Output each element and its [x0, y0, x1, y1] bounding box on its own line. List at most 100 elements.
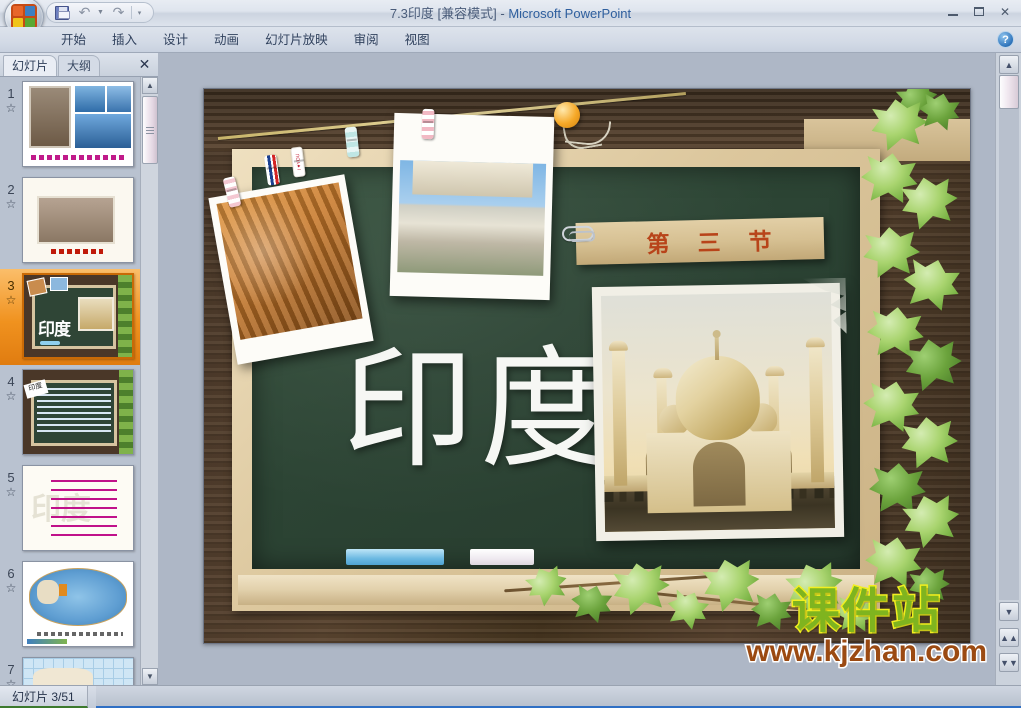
status-bar-filler [96, 686, 1021, 708]
list-item[interactable]: 1 ☆ [0, 77, 140, 173]
thumbnail-number: 1 [7, 86, 15, 101]
thumbnail-meta: 1 ☆ [0, 81, 22, 115]
scroll-up-icon[interactable]: ▲ [999, 55, 1019, 74]
thumbnail-meta: 5 ☆ [0, 465, 22, 499]
list-item[interactable]: 2 ☆ [0, 173, 140, 269]
paperclip-icon [561, 225, 595, 242]
sidebar-scroll-thumb[interactable] [142, 96, 158, 164]
thumbnail-number: 2 [7, 182, 15, 197]
scroll-thumb[interactable] [999, 75, 1019, 109]
clothespin-icon [421, 108, 435, 140]
blue-chalk-icon [346, 549, 444, 565]
status-bar: 幻灯片 3/51 [0, 685, 1021, 708]
thumbnail-image[interactable]: 印度 [22, 369, 134, 455]
thumbnail-meta: 7 ☆ [0, 657, 22, 685]
slide-counter[interactable]: 幻灯片 3/51 [0, 686, 88, 708]
thumbnail-meta: 2 ☆ [0, 177, 22, 211]
scroll-track[interactable] [999, 75, 1019, 600]
thumb-art-1 [23, 82, 133, 166]
tab-slideshow[interactable]: 幻灯片放映 [252, 27, 341, 53]
thumbnail-list[interactable]: 1 ☆ 2 ☆ 3 ☆ 印度 4 ☆ 印度 5 ☆ 6 ☆ 7 ☆ [0, 77, 140, 685]
thumbnail-image[interactable] [22, 177, 134, 263]
restore-button[interactable] [967, 2, 991, 21]
star-icon: ☆ [5, 581, 17, 596]
star-icon: ☆ [5, 485, 17, 500]
slides-sidebar: 幻灯片 大纲 ✕ 1 ☆ 2 ☆ 3 ☆ 印度 4 ☆ 印度 5 ☆ 6 ☆ 7… [0, 53, 158, 685]
list-item[interactable]: 7 ☆ [0, 653, 140, 685]
taj-mahal-photo[interactable] [591, 283, 844, 542]
thumbnail-number: 7 [7, 662, 15, 677]
thumbnail-image[interactable]: 印度 [22, 465, 134, 551]
scroll-down-icon[interactable]: ▼ [999, 602, 1019, 621]
list-item[interactable]: 5 ☆ 印度 [0, 461, 140, 557]
tab-animation[interactable]: 动画 [201, 27, 252, 53]
louvre-photo[interactable] [389, 112, 555, 301]
thumbnail-image-selected[interactable]: 印度 [22, 273, 134, 359]
list-item[interactable]: 4 ☆ 印度 [0, 365, 140, 461]
close-icon: ✕ [999, 4, 1011, 19]
slide-scrollbar[interactable]: ▲ ▼ ▲▲ ▼▼ [995, 53, 1021, 685]
app-name: Microsoft PowerPoint [508, 6, 632, 21]
restore-icon [973, 6, 984, 16]
minimize-icon [948, 13, 958, 16]
thumbnail-meta: 6 ☆ [0, 561, 22, 595]
thumb-art-3: 印度 [24, 275, 132, 357]
ribbon-tab-bar: 开始 插入 设计 动画 幻灯片放映 审阅 视图 ? [0, 27, 1021, 53]
current-slide[interactable]: 印度 第 三 节 [203, 88, 971, 644]
sidebar-tab-outline[interactable]: 大纲 [58, 55, 101, 76]
thumbnail-image[interactable] [22, 561, 134, 647]
sidebar-close-icon[interactable]: ✕ [137, 57, 152, 72]
sidebar-tab-bar: 幻灯片 大纲 ✕ [0, 53, 158, 77]
sidebar-scroll-up-icon[interactable]: ▲ [142, 77, 158, 94]
section-banner-text: 第 三 节 [646, 229, 782, 259]
thumb-art-5: 印度 [23, 466, 133, 550]
window-title: 7.3印度 [兼容模式] - Microsoft PowerPoint [0, 0, 1021, 27]
thumbnail-meta: 3 ☆ [0, 273, 22, 307]
star-icon: ☆ [5, 389, 17, 404]
thumbnail-number: 6 [7, 566, 15, 581]
tab-design[interactable]: 设计 [150, 27, 201, 53]
list-item[interactable]: 3 ☆ 印度 [0, 269, 140, 365]
ribbon-tabs: 开始 插入 设计 动画 幻灯片放映 审阅 视图 [48, 27, 443, 53]
push-pin-icon [554, 102, 580, 128]
taj-mahal-image [600, 292, 836, 532]
list-item[interactable]: 6 ☆ [0, 557, 140, 653]
star-icon: ☆ [5, 293, 17, 308]
grip-icon [146, 126, 154, 134]
thumbnail-number: 4 [7, 374, 15, 389]
next-slide-icon[interactable]: ▼▼ [999, 653, 1019, 672]
thumb-title-text: 印度 [38, 320, 71, 339]
star-icon: ☆ [5, 677, 17, 685]
help-icon[interactable]: ? [997, 31, 1014, 48]
title-bar: ↶ ▼ ↷ ▾ 7.3印度 [兼容模式] - Microsoft PowerPo… [0, 0, 1021, 37]
tab-home[interactable]: 开始 [48, 27, 99, 53]
star-icon: ☆ [5, 101, 17, 116]
sidebar-scroll-down-icon[interactable]: ▼ [142, 668, 158, 685]
thumbnail-number: 3 [7, 278, 15, 293]
carving-image [216, 182, 363, 340]
tab-insert[interactable]: 插入 [99, 27, 150, 53]
window-controls: ✕ [941, 2, 1017, 21]
slide-editing-area[interactable]: 印度 第 三 节 [158, 53, 995, 685]
section-banner[interactable]: 第 三 节 [575, 216, 825, 266]
thumb-art-4: 印度 [23, 370, 133, 454]
previous-slide-icon[interactable]: ▲▲ [999, 628, 1019, 647]
slide-title[interactable]: 印度 [342, 344, 618, 476]
tab-review[interactable]: 审阅 [341, 27, 392, 53]
star-icon: ☆ [5, 197, 17, 212]
thumbnail-image[interactable] [22, 81, 134, 167]
sidebar-tab-slides[interactable]: 幻灯片 [3, 55, 58, 76]
thumbnail-number: 5 [7, 470, 15, 485]
bottom-vine-decoration [504, 533, 971, 644]
minimize-button[interactable] [941, 2, 965, 21]
tab-view[interactable]: 视图 [392, 27, 443, 53]
thumb-art-6 [23, 562, 133, 646]
close-button[interactable]: ✕ [993, 2, 1017, 21]
sidebar-scrollbar[interactable]: ▲ ▼ [140, 77, 158, 685]
document-title: 7.3印度 [兼容模式] [389, 6, 497, 21]
louvre-image [397, 160, 547, 276]
thumbnail-image[interactable] [22, 657, 134, 685]
thumb-art-2 [23, 178, 133, 262]
thumb-art-7 [23, 658, 133, 685]
title-separator: - [496, 6, 509, 21]
